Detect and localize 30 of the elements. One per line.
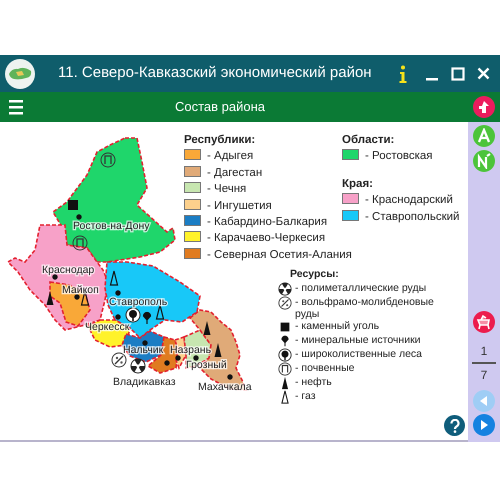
legend-label: - широколиственные леса bbox=[295, 348, 424, 360]
legend-label: - Дагестан bbox=[207, 166, 262, 179]
city-label: Майкоп bbox=[62, 284, 99, 296]
city-label: Ростов-на-Дону bbox=[73, 220, 150, 232]
legend-label: - Карачаево-Черкесия bbox=[207, 232, 326, 244]
current-page: 1 bbox=[480, 343, 488, 360]
section-title: Состав района bbox=[175, 98, 266, 116]
legend-label: - Ингушетия bbox=[207, 200, 272, 212]
legend-label: - Чечня bbox=[207, 183, 246, 196]
legend-label: - Ростовская bbox=[365, 150, 433, 162]
legend-label: - газ bbox=[295, 390, 317, 402]
legend-label: - каменный уголь bbox=[295, 320, 380, 332]
legend-label: - Северная Осетия-Алания bbox=[207, 248, 352, 261]
total-pages: 7 bbox=[480, 367, 488, 384]
legend-heading: Края: bbox=[342, 177, 374, 192]
legend-label: - вольфрамо-молибденовые руды bbox=[295, 296, 435, 320]
city-label: Краснодар bbox=[42, 264, 94, 276]
legend-label: - Краснодарский bbox=[365, 194, 453, 206]
legend-label: - Кабардино-Балкария bbox=[207, 216, 328, 228]
city-label: Владикавказ bbox=[113, 376, 176, 388]
legend-label: - полиметаллические руды bbox=[295, 282, 428, 294]
legend-heading: Области: bbox=[342, 133, 396, 148]
legend-heading: Ресурсы: bbox=[290, 268, 340, 280]
legend-label: - почвенные bbox=[295, 362, 356, 374]
city-label: Ставрополь bbox=[109, 296, 168, 308]
legend-label: - нефть bbox=[295, 376, 333, 388]
legend-label: - минеральные источники bbox=[295, 334, 422, 346]
window-title: 11. Северо-Кавказский экономический район bbox=[58, 63, 373, 84]
legend-label: - Ставропольский bbox=[365, 210, 460, 223]
legend-label: - Адыгея bbox=[207, 150, 254, 162]
